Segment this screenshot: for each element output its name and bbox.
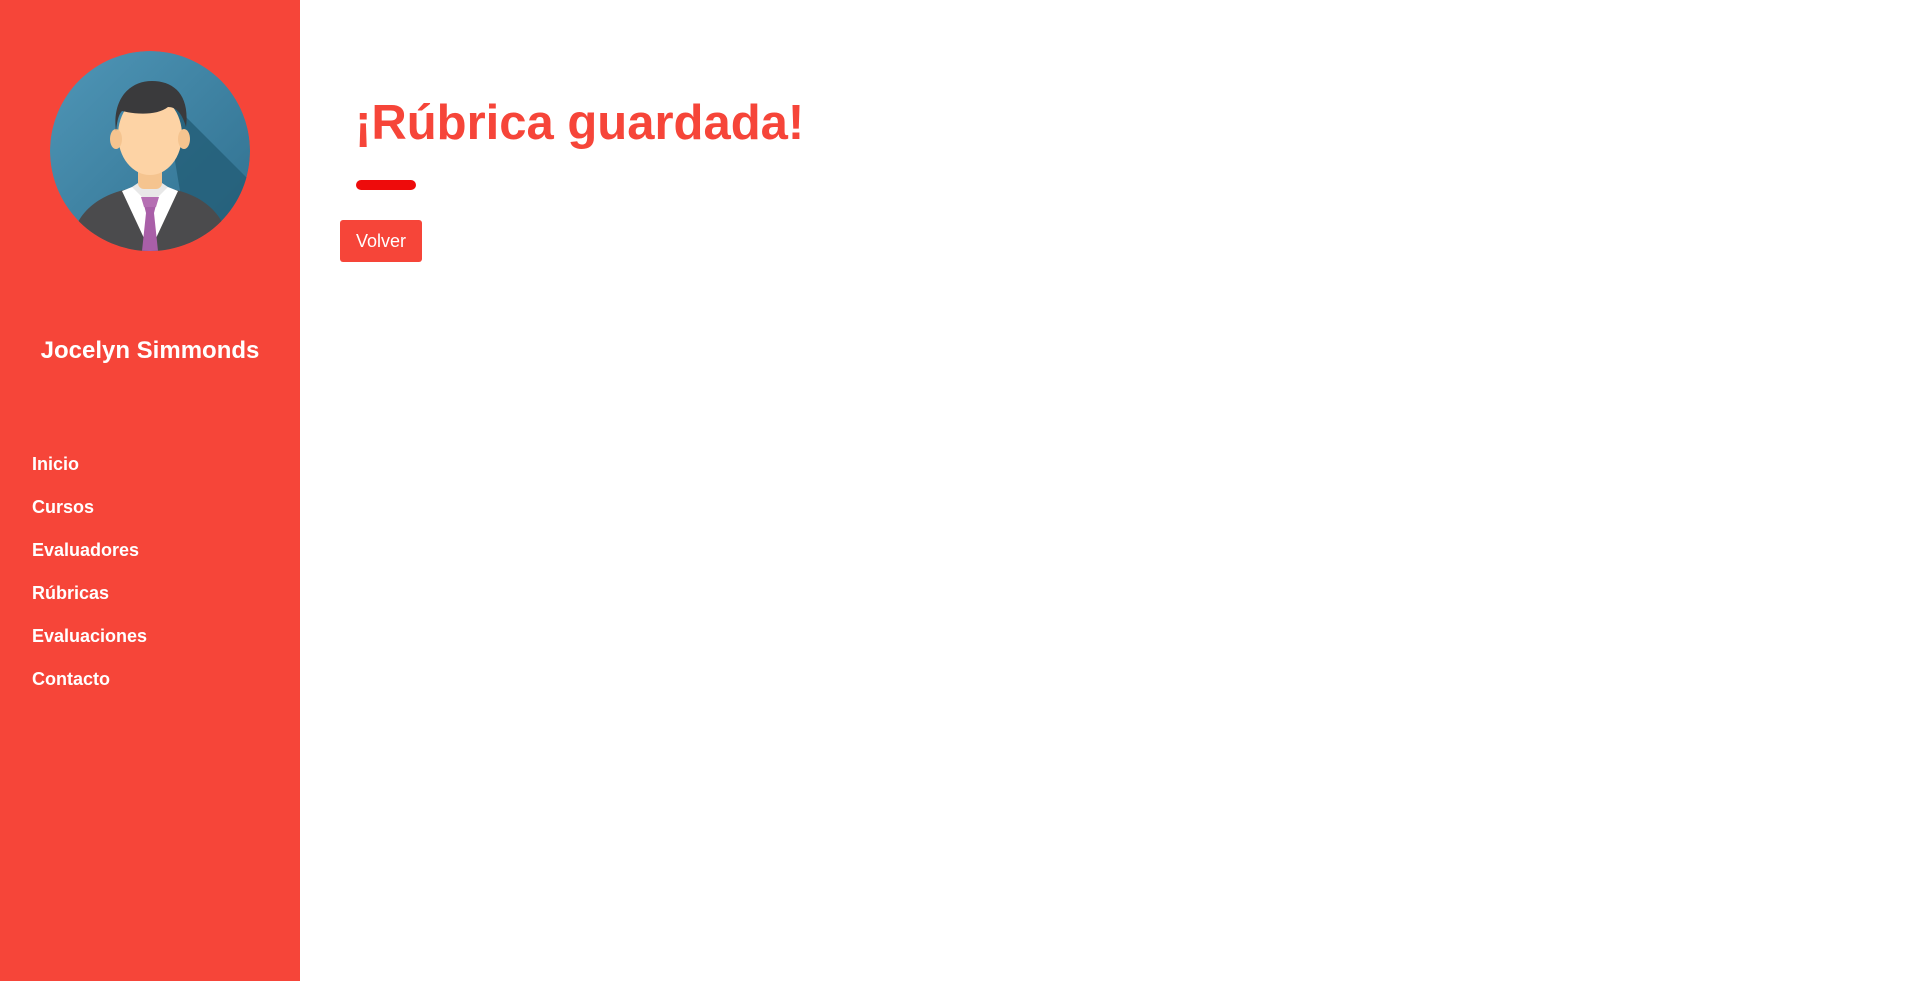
app-root: Jocelyn Simmonds Inicio Cursos Evaluador…	[0, 0, 1920, 981]
sidebar-item-contacto[interactable]: Contacto	[32, 663, 147, 706]
sidebar-item-inicio[interactable]: Inicio	[32, 448, 147, 491]
sidebar-item-cursos[interactable]: Cursos	[32, 491, 147, 534]
user-name: Jocelyn Simmonds	[40, 337, 260, 364]
businessman-avatar-icon	[50, 51, 250, 251]
page-title: ¡Rúbrica guardada!	[355, 96, 805, 150]
back-button[interactable]: Volver	[340, 220, 422, 262]
user-avatar	[50, 51, 250, 251]
main-content: ¡Rúbrica guardada! Volver	[300, 0, 1920, 981]
sidebar-item-rubricas[interactable]: Rúbricas	[32, 577, 147, 620]
sidebar: Jocelyn Simmonds Inicio Cursos Evaluador…	[0, 0, 300, 981]
sidebar-nav: Inicio Cursos Evaluadores Rúbricas Evalu…	[32, 448, 147, 706]
title-divider	[356, 180, 416, 190]
sidebar-item-evaluadores[interactable]: Evaluadores	[32, 534, 147, 577]
sidebar-item-evaluaciones[interactable]: Evaluaciones	[32, 620, 147, 663]
